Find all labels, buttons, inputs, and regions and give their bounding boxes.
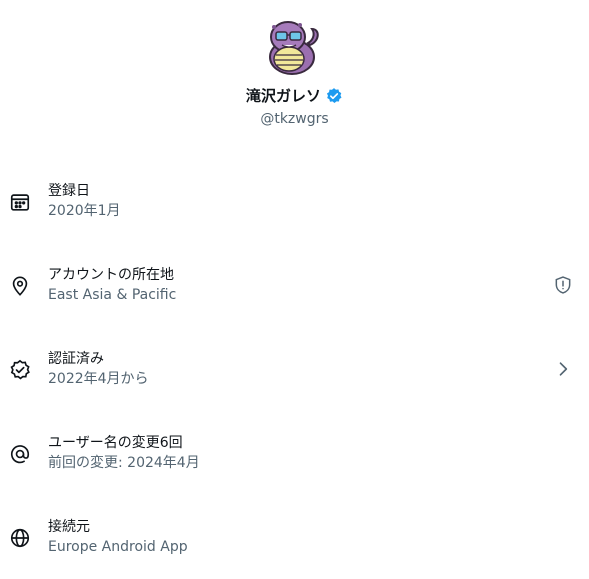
joined-label: 登録日 (48, 183, 90, 199)
chevron-right-icon[interactable] (553, 359, 573, 379)
about-row-location: アカウントの所在地 East Asia & Pacific (0, 265, 589, 325)
at-sign-icon (9, 443, 31, 465)
profile-name-row: 滝沢ガレソ (0, 86, 589, 106)
about-row-connected-via: 接続元 Europe Android App (0, 517, 589, 577)
about-row-verified[interactable]: 認証済み 2022年4月から (0, 349, 589, 409)
shield-info-icon[interactable] (553, 275, 573, 295)
connected-via-label: 接続元 (48, 519, 90, 535)
location-label: アカウントの所在地 (48, 267, 174, 283)
display-name: 滝沢ガレソ (245, 87, 321, 105)
about-row-username-changes: ユーザー名の変更6回 前回の変更: 2024年4月 (0, 433, 589, 493)
location-value: East Asia & Pacific (48, 287, 177, 303)
verified-badge-icon[interactable] (325, 87, 343, 105)
location-pin-icon (9, 275, 31, 297)
about-row-joined: 登録日 2020年1月 (0, 181, 589, 241)
globe-icon (9, 527, 31, 549)
username-changes-label: ユーザー名の変更6回 (48, 435, 183, 451)
verified-since: 2022年4月から (48, 371, 149, 387)
avatar-image (269, 21, 319, 75)
profile-handle: @tkzwgrs (260, 111, 329, 127)
avatar[interactable] (262, 15, 326, 79)
username-last-change: 前回の変更: 2024年4月 (48, 455, 200, 471)
joined-date: 2020年1月 (48, 203, 121, 219)
connected-via-value: Europe Android App (48, 539, 188, 555)
verified-check-icon (9, 359, 31, 381)
verified-label: 認証済み (48, 351, 104, 367)
calendar-icon (9, 191, 31, 213)
